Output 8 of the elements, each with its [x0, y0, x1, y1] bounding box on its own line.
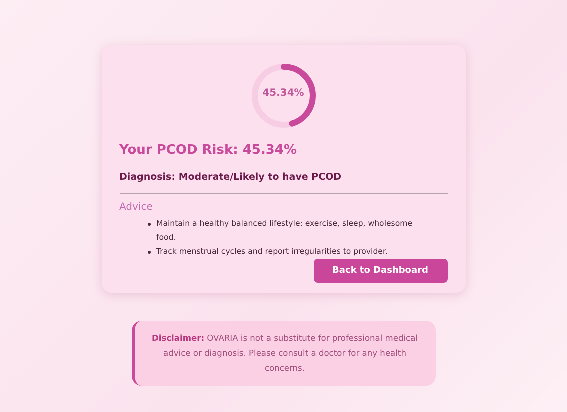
diagnosis-text: Diagnosis: Moderate/Likely to have PCOD [120, 172, 343, 183]
risk-title: Your PCOD Risk: 45.34% [120, 143, 298, 158]
risk-percentage: 45.34% [262, 88, 306, 99]
bullet-icon [148, 251, 150, 254]
bullet-icon [148, 223, 150, 226]
back-to-dashboard-button[interactable]: Back to Dashboard [314, 259, 448, 283]
disclaimer-text: Disclaimer: OVARIA is not a substitute for professional medical advice or diagnosis. Please consult a doctor for any health concerns. [152, 333, 418, 373]
advice-heading: Advice [120, 202, 154, 213]
